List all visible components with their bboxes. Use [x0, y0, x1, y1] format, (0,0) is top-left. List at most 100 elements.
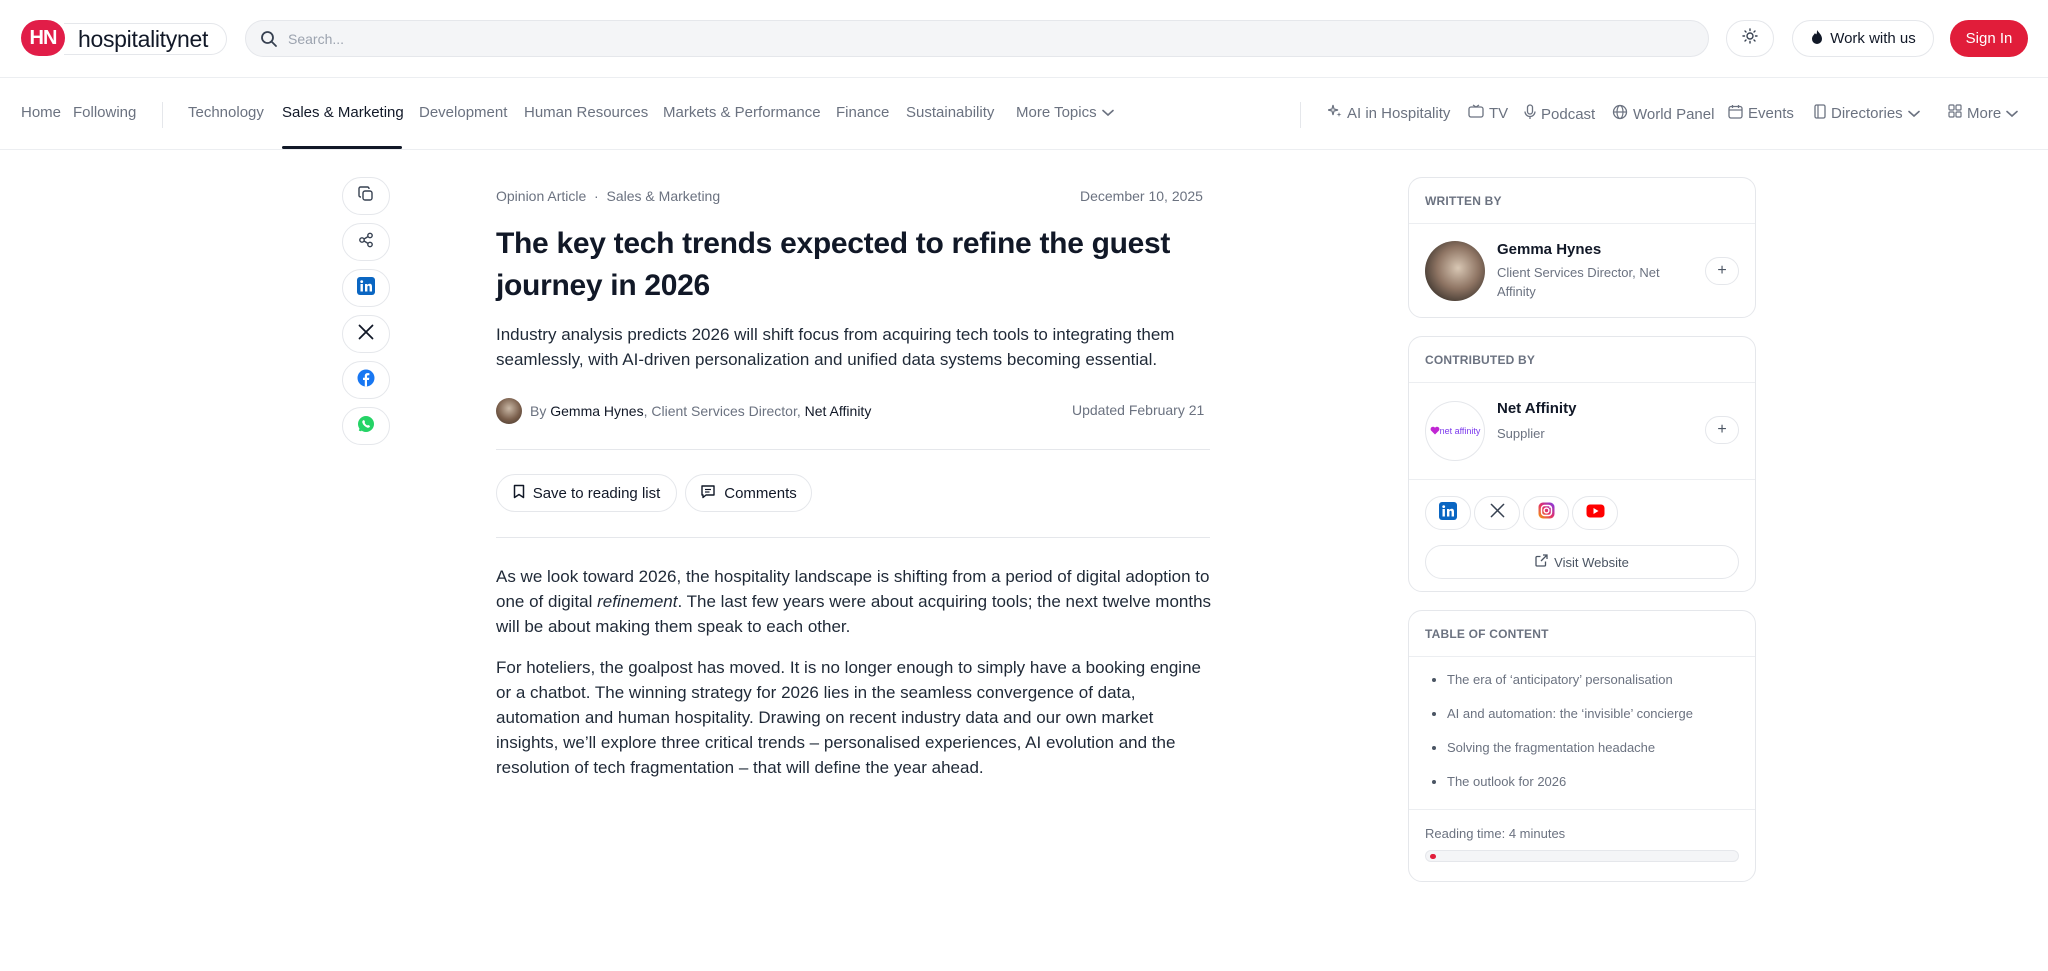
nav-more[interactable]: More — [1948, 104, 2018, 122]
meta-separator: · — [590, 188, 603, 204]
nav-sustainability[interactable]: Sustainability — [906, 104, 994, 121]
article-meta: Opinion Article · Sales & Marketing — [496, 188, 720, 204]
brand-name[interactable]: hospitalitynet — [64, 23, 227, 55]
company-youtube-button[interactable] — [1572, 496, 1618, 530]
nav-events[interactable]: Events — [1728, 104, 1794, 123]
toc-item[interactable]: The outlook for 2026 — [1447, 771, 1755, 805]
share-linkedin-button[interactable] — [342, 269, 390, 307]
article-lede: Industry analysis predicts 2026 will shi… — [496, 325, 1175, 369]
byline: By Gemma Hynes , Client Services Directo… — [496, 398, 871, 424]
plus-icon: + — [1717, 421, 1727, 438]
author-role: , Client Services Director, — [643, 403, 801, 419]
author-photo[interactable] — [1425, 241, 1485, 301]
site-header: HN hospitalitynet Search... Work with us… — [0, 0, 2048, 78]
article-paragraph: As we look toward 2026, the hospitality … — [496, 564, 1216, 639]
nav-following[interactable]: Following — [73, 104, 136, 121]
nav-finance[interactable]: Finance — [836, 104, 889, 121]
sign-in-button[interactable]: Sign In — [1950, 20, 2028, 57]
article-category[interactable]: Sales & Marketing — [607, 188, 721, 204]
nav-technology[interactable]: Technology — [188, 104, 264, 121]
share-icon — [358, 232, 374, 253]
nav-human-resources[interactable]: Human Resources — [524, 104, 648, 121]
company-linkedin-button[interactable] — [1425, 496, 1471, 530]
net-affinity-logo[interactable]: net affinity — [1425, 401, 1485, 461]
nav-ai-in-hospitality[interactable]: AI in Hospitality — [1327, 104, 1450, 122]
copy-link-button[interactable] — [342, 177, 390, 215]
facebook-icon — [357, 369, 375, 392]
theme-toggle-button[interactable] — [1726, 20, 1774, 57]
reading-time-section: Reading time: 4 minutes — [1409, 810, 1755, 882]
company-x-button[interactable] — [1474, 496, 1520, 530]
globe-icon — [1612, 104, 1628, 124]
company-name[interactable]: Net Affinity — [1497, 400, 1576, 417]
reading-progress-fill — [1430, 854, 1436, 859]
toc-item[interactable]: AI and automation: the ‘invisible’ conci… — [1447, 703, 1755, 737]
book-icon — [1814, 104, 1826, 123]
author-profile[interactable]: Gemma Hynes Client Services Director, Ne… — [1409, 224, 1755, 320]
nav-divider — [1300, 102, 1301, 128]
x-logo-icon — [1490, 503, 1505, 523]
company-instagram-button[interactable] — [1523, 496, 1569, 530]
microphone-icon — [1524, 104, 1536, 124]
chevron-down-icon — [2006, 105, 2018, 122]
company-link[interactable]: Net Affinity — [805, 403, 872, 419]
divider — [496, 449, 1210, 450]
nav-directories[interactable]: Directories — [1814, 104, 1920, 123]
company-profile[interactable]: net affinity Net Affinity Supplier + — [1409, 383, 1755, 479]
comments-button[interactable]: Comments — [685, 474, 812, 512]
byline-by: By — [530, 403, 547, 419]
follow-company-button[interactable]: + — [1705, 416, 1739, 444]
podcast-label: Podcast — [1541, 105, 1596, 123]
more-topics-label: More Topics — [1016, 104, 1097, 121]
share-facebook-button[interactable] — [342, 361, 390, 399]
linkedin-icon — [1439, 501, 1457, 525]
visit-website-label: Visit Website — [1554, 554, 1629, 570]
toc-item[interactable]: Solving the fragmentation headache — [1447, 737, 1755, 771]
article-type[interactable]: Opinion Article — [496, 188, 586, 204]
search-input[interactable]: Search... — [245, 20, 1709, 57]
tv-label: TV — [1489, 104, 1509, 122]
nav-home[interactable]: Home — [21, 104, 61, 121]
world-panel-label: World Panel — [1633, 105, 1715, 123]
share-x-button[interactable] — [342, 315, 390, 353]
linkedin-icon — [357, 276, 375, 300]
nav-more-topics[interactable]: More Topics — [1016, 104, 1114, 121]
author-name[interactable]: Gemma Hynes — [1497, 241, 1601, 258]
reading-time: Reading time: 4 minutes — [1425, 826, 1566, 841]
written-by-heading: WRITTEN BY — [1409, 178, 1755, 224]
written-by-card: WRITTEN BY Gemma Hynes Client Services D… — [1408, 177, 1756, 318]
toc-item[interactable]: The era of ‘anticipatory’ personalisatio… — [1447, 669, 1755, 703]
share-button[interactable] — [342, 223, 390, 261]
share-whatsapp-button[interactable] — [342, 407, 390, 445]
nav-sales-marketing[interactable]: Sales & Marketing — [282, 104, 404, 121]
save-to-reading-list-button[interactable]: Save to reading list — [496, 474, 677, 512]
save-label: Save to reading list — [532, 484, 661, 502]
follow-author-button[interactable]: + — [1705, 257, 1739, 285]
work-with-us-button[interactable]: Work with us — [1792, 20, 1934, 57]
instagram-icon — [1538, 502, 1555, 524]
x-logo-icon — [358, 324, 374, 345]
grid-icon — [1948, 104, 1962, 122]
reading-progress-bar — [1425, 850, 1739, 862]
article-title: The key tech trends expected to refine t… — [496, 227, 1171, 302]
contributed-by-card: CONTRIBUTED BY net affinity Net Affinity… — [1408, 336, 1756, 592]
nav-development[interactable]: Development — [419, 104, 507, 121]
toc-list: The era of ‘anticipatory’ personalisatio… — [1409, 657, 1755, 810]
author-avatar[interactable] — [496, 398, 522, 424]
calendar-icon — [1728, 104, 1743, 123]
author-link[interactable]: Gemma Hynes — [550, 403, 643, 419]
brand-logo-badge[interactable]: HN — [21, 20, 65, 56]
topic-nav: Home Following Technology Sales & Market… — [0, 78, 2048, 150]
nav-world-panel[interactable]: World Panel — [1612, 104, 1714, 124]
table-of-content-card: TABLE OF CONTENT The era of ‘anticipator… — [1408, 610, 1756, 882]
bookmark-icon — [513, 484, 525, 503]
nav-tv[interactable]: TV — [1468, 104, 1508, 122]
whatsapp-icon — [357, 415, 375, 438]
company-type: Supplier — [1497, 426, 1545, 441]
visit-website-button[interactable]: Visit Website — [1425, 545, 1739, 579]
nav-markets-performance[interactable]: Markets & Performance — [663, 104, 821, 121]
plus-icon: + — [1717, 262, 1727, 279]
nav-podcast[interactable]: Podcast — [1524, 104, 1595, 124]
nav-divider — [162, 102, 163, 128]
toc-heading: TABLE OF CONTENT — [1409, 611, 1755, 657]
